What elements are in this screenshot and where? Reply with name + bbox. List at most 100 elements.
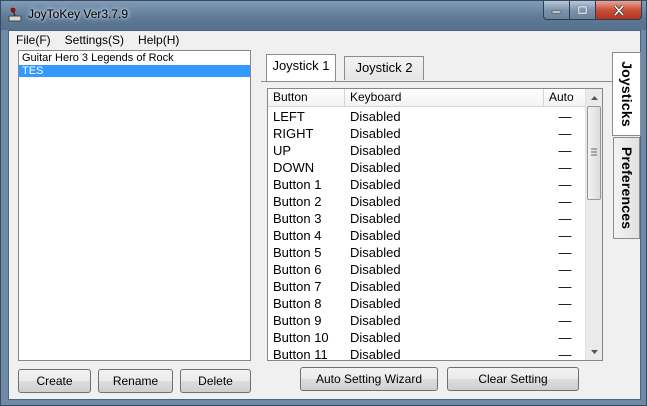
create-button[interactable]: Create (18, 369, 91, 393)
cell-keyboard: Disabled (350, 347, 401, 361)
vertical-scrollbar[interactable] (585, 89, 602, 360)
cell-button: Button 2 (273, 194, 322, 209)
cell-auto: — (558, 347, 572, 361)
tab-joysticks-label: Joysticks (618, 61, 635, 127)
cell-keyboard: Disabled (350, 126, 401, 141)
table-row[interactable]: Button 9 Disabled — (268, 312, 586, 329)
column-header-button[interactable]: Button (268, 89, 345, 106)
cell-auto: — (558, 126, 572, 141)
auto-setting-wizard-button[interactable]: Auto Setting Wizard (300, 367, 438, 391)
cell-keyboard: Disabled (350, 330, 401, 345)
cell-auto: — (558, 143, 572, 158)
cell-auto: — (558, 177, 572, 192)
cell-button: Button 10 (273, 330, 329, 345)
table-row[interactable]: Button 7 Disabled — (268, 278, 586, 295)
config-list[interactable]: Guitar Hero 3 Legends of Rock TES (18, 50, 251, 361)
table-row[interactable]: Button 8 Disabled — (268, 295, 586, 312)
cell-button: Button 7 (273, 279, 322, 294)
caption-buttons (543, 1, 642, 20)
tab-preferences[interactable]: Preferences (613, 137, 640, 239)
cell-keyboard: Disabled (350, 279, 401, 294)
cell-button: RIGHT (273, 126, 314, 141)
scroll-up-button[interactable] (586, 89, 602, 106)
chevron-up-icon (590, 95, 598, 100)
menu-help[interactable]: Help(H) (131, 31, 186, 49)
cell-auto: — (558, 245, 572, 260)
clear-setting-button[interactable]: Clear Setting (447, 367, 579, 391)
cell-auto: — (558, 160, 572, 175)
cell-auto: — (558, 296, 572, 311)
side-tab-strip: Joysticks Preferences (612, 49, 642, 401)
cell-keyboard: Disabled (350, 262, 401, 277)
rename-button[interactable]: Rename (98, 369, 173, 393)
table-row[interactable]: Button 4 Disabled — (268, 227, 586, 244)
config-item-tes[interactable]: TES (19, 65, 250, 77)
client-area: File(F) Settings(S) Help(H) Guitar Hero … (8, 30, 641, 400)
cell-keyboard: Disabled (350, 143, 401, 158)
joystick-app-icon[interactable] (7, 7, 23, 23)
cell-button: Button 4 (273, 228, 322, 243)
cell-keyboard: Disabled (350, 160, 401, 175)
cell-button: Button 1 (273, 177, 322, 192)
scrollbar-thumb[interactable] (587, 106, 601, 200)
cell-auto: — (558, 279, 572, 294)
tab-preferences-label: Preferences (618, 146, 635, 230)
table-row[interactable]: Button 5 Disabled — (268, 244, 586, 261)
table-row[interactable]: Button 1 Disabled — (268, 176, 586, 193)
cell-button: Button 9 (273, 313, 322, 328)
table-row[interactable]: Button 6 Disabled — (268, 261, 586, 278)
table-row[interactable]: RIGHT Disabled — (268, 125, 586, 142)
cell-auto: — (558, 211, 572, 226)
button-assignment-grid[interactable]: Button Keyboard Auto LEFT Disabled — RIGHT… (267, 88, 603, 361)
cell-keyboard: Disabled (350, 296, 401, 311)
cell-button: Button 8 (273, 296, 322, 311)
cell-keyboard: Disabled (350, 177, 401, 192)
cell-keyboard: Disabled (350, 194, 401, 209)
menu-settings[interactable]: Settings(S) (58, 31, 131, 49)
cell-auto: — (558, 262, 572, 277)
close-button[interactable] (596, 1, 642, 20)
tab-joystick-2[interactable]: Joystick 2 (344, 56, 424, 80)
delete-button[interactable]: Delete (180, 369, 251, 393)
cell-keyboard: Disabled (350, 313, 401, 328)
minimize-icon (551, 10, 562, 14)
joysticks-panel: Joystick 1 Joystick 2 Button Keyboard Au… (261, 49, 612, 399)
table-row[interactable]: DOWN Disabled — (268, 159, 586, 176)
cell-auto: — (558, 330, 572, 345)
cell-keyboard: Disabled (350, 228, 401, 243)
cell-button: Button 11 (273, 347, 328, 361)
cell-auto: — (558, 228, 572, 243)
column-header-keyboard[interactable]: Keyboard (345, 89, 544, 106)
table-row[interactable]: Button 2 Disabled — (268, 193, 586, 210)
tab-joysticks[interactable]: Joysticks (612, 52, 641, 136)
table-row[interactable]: Button 11 Disabled — (268, 346, 586, 361)
cell-button: Button 5 (273, 245, 322, 260)
window-title: JoyToKey Ver3.7.9 (28, 7, 129, 21)
table-row[interactable]: Button 3 Disabled — (268, 210, 586, 227)
cell-button: LEFT (273, 109, 305, 124)
grid-rows: LEFT Disabled — RIGHT Disabled — UP Disabled —… (268, 108, 586, 361)
minimize-button[interactable] (543, 1, 570, 20)
tab-joystick-1[interactable]: Joystick 1 (266, 54, 336, 81)
table-row[interactable]: LEFT Disabled — (268, 108, 586, 125)
cell-keyboard: Disabled (350, 109, 401, 124)
title-bar[interactable]: JoyToKey Ver3.7.9 (1, 1, 646, 30)
config-item-guitar-hero[interactable]: Guitar Hero 3 Legends of Rock (19, 52, 250, 64)
cell-auto: — (558, 194, 572, 209)
grid-header: Button Keyboard Auto (268, 89, 586, 107)
maximize-button[interactable] (570, 1, 596, 20)
cell-keyboard: Disabled (350, 245, 401, 260)
close-icon (613, 4, 624, 16)
cell-auto: — (558, 313, 572, 328)
scroll-down-button[interactable] (586, 343, 602, 360)
joystick-tabs: Joystick 1 Joystick 2 (266, 54, 606, 81)
menu-file[interactable]: File(F) (9, 31, 58, 49)
cell-button: Button 3 (273, 211, 322, 226)
menu-bar: File(F) Settings(S) Help(H) (9, 31, 640, 49)
table-row[interactable]: Button 10 Disabled — (268, 329, 586, 346)
cell-button: UP (273, 143, 292, 158)
table-row[interactable]: UP Disabled — (268, 142, 586, 159)
column-header-auto[interactable]: Auto (544, 89, 586, 106)
maximize-icon (577, 5, 588, 15)
joystick-1-pane: Button Keyboard Auto LEFT Disabled — RIGHT… (261, 81, 612, 363)
